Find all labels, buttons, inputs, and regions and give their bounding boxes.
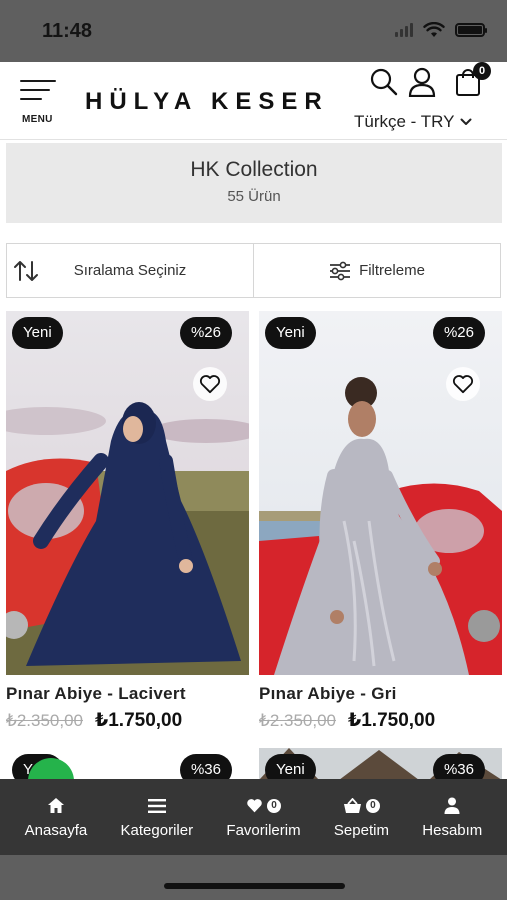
product-photo [259,311,502,675]
signal-icon [395,23,413,37]
cart-count-badge: 0 [365,798,380,813]
list-icon [147,798,166,813]
product-name[interactable]: Pınar Abiye - Lacivert [6,684,249,704]
system-bottom-area [0,855,507,900]
home-indicator[interactable] [164,883,345,889]
heart-icon [452,375,474,394]
wifi-icon [423,22,445,37]
discount-badge: %36 [432,754,485,780]
home-icon [47,798,64,813]
heart-icon [247,799,262,813]
language-currency-label: Türkçe - TRY [354,112,455,131]
nav-label: Kategoriler [120,821,194,839]
nav-label: Favorilerim [226,821,301,839]
nav-item-account[interactable]: Hesabım [422,796,482,839]
cart-count-badge: 0 [473,62,491,80]
hamburger-icon [20,80,58,100]
product-name[interactable]: Pınar Abiye - Gri [259,684,502,704]
sale-price: ₺1.750,00 [95,710,183,731]
sort-button[interactable]: Sıralama Seçiniz [7,244,254,297]
new-badge: Yeni [265,317,316,349]
filter-sliders-icon [330,261,351,280]
sale-price: ₺1.750,00 [348,710,436,731]
nav-item-categories[interactable]: Kategoriler [120,796,194,839]
favorites-count-badge: 0 [267,798,281,813]
product-card[interactable]: Yeni %26 Pınar Abiye - Lacivert ₺2.350,0… [6,311,249,732]
price-row: ₺2.350,00 ₺1.750,00 [259,709,502,732]
basket-icon [343,797,361,813]
product-image[interactable]: Yeni %26 [6,311,249,675]
search-icon[interactable] [369,67,399,97]
nav-item-cart[interactable]: 0 Sepetim [334,796,389,839]
product-card-partial[interactable]: Yeni %36 [259,748,502,780]
language-currency-select[interactable]: Türkçe - TRY [354,112,472,132]
user-icon [444,797,460,814]
nav-label: Hesabım [422,821,483,839]
product-photo [6,311,249,675]
new-badge: Yeni [12,317,63,349]
brand-logo[interactable]: HÜLYA KESER [85,88,329,116]
heart-icon [199,375,221,394]
sort-icon [14,261,38,281]
favorite-button[interactable] [446,367,480,401]
status-bar: 11:48 [0,0,507,62]
sort-label: Sıralama Seçiniz [73,262,187,279]
chevron-down-icon [460,118,472,125]
collection-title: HK Collection [190,158,318,181]
discount-badge: %26 [179,317,232,349]
new-badge: Yeni [265,754,316,780]
battery-icon [455,23,487,37]
app-header: MENU HÜLYA KESER 0 Türkçe - TRY [0,62,507,140]
bottom-nav: Anasayfa Kategoriler 0 Favorilerim 0 Sep… [0,779,507,855]
filter-button[interactable]: Filtreleme [254,244,500,297]
collection-banner: HK Collection 55 Ürün [6,143,502,223]
old-price: ₺2.350,00 [6,711,83,730]
status-icons [395,22,487,38]
nav-label: Anasayfa [24,821,88,839]
status-time: 11:48 [42,20,93,42]
filter-label: Filtreleme [359,262,425,279]
product-card[interactable]: Yeni %26 Pınar Abiye - Gri ₺2.350,00 ₺1.… [259,311,502,732]
price-row: ₺2.350,00 ₺1.750,00 [6,709,249,732]
menu-label: MENU [22,114,53,125]
product-image[interactable]: Yeni %26 [259,311,502,675]
discount-badge: %26 [432,317,485,349]
menu-button[interactable]: MENU [20,80,58,126]
discount-badge: %36 [179,754,232,780]
nav-item-favorites[interactable]: 0 Favorilerim [226,796,301,839]
old-price: ₺2.350,00 [259,711,336,730]
product-count: 55 Ürün [227,188,281,205]
sort-filter-bar: Sıralama Seçiniz Filtreleme [6,243,501,298]
favorite-button[interactable] [193,367,227,401]
user-icon[interactable] [407,67,437,97]
nav-label: Sepetim [333,821,389,839]
nav-item-home[interactable]: Anasayfa [24,796,88,839]
